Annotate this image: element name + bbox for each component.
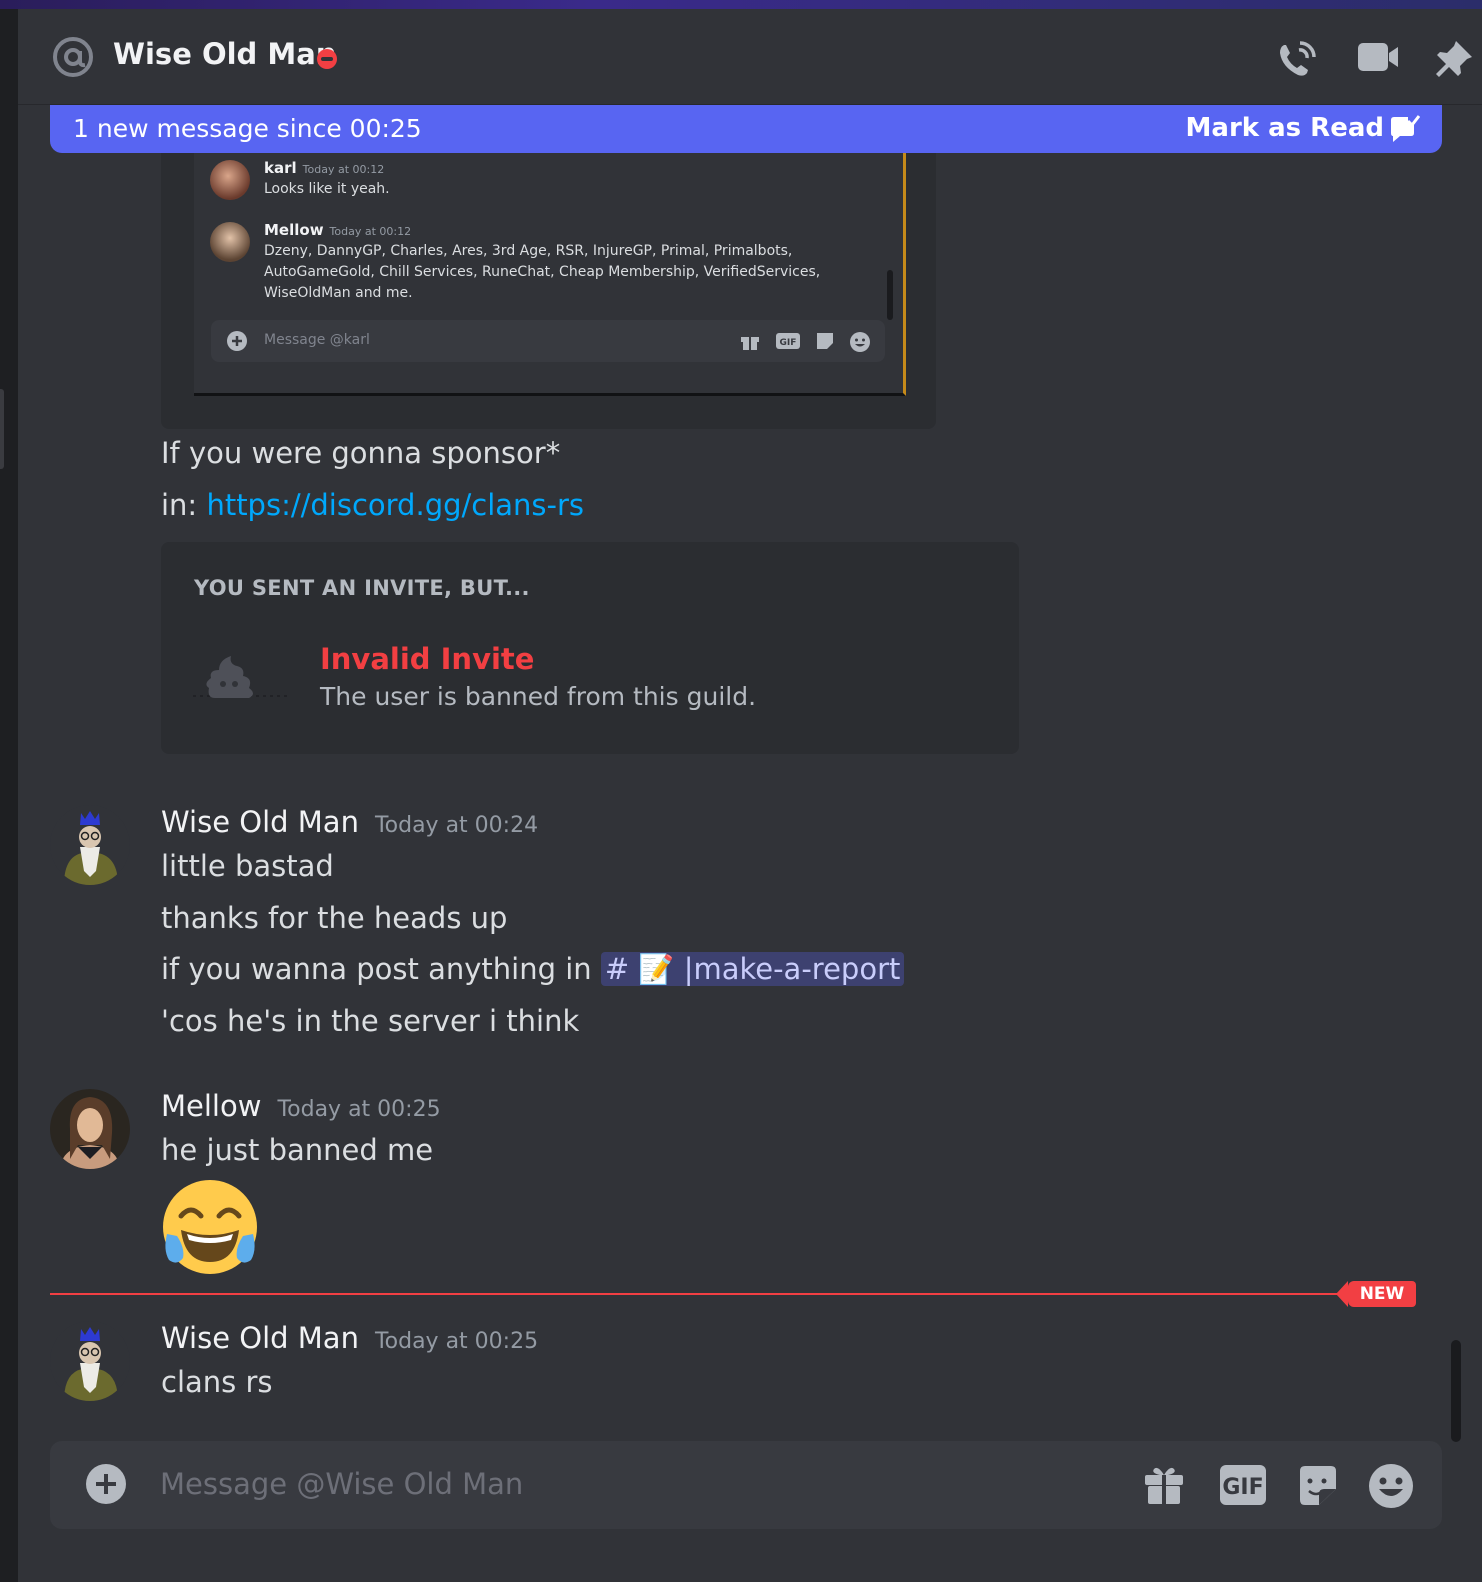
message-text: 'cos he's in the server i think: [161, 1004, 580, 1038]
new-messages-bar[interactable]: 1 new message since 00:25 Mark as Read: [50, 105, 1442, 153]
phone-call-icon[interactable]: [1276, 39, 1318, 79]
invite-link[interactable]: https://discord.gg/clans-rs: [206, 488, 584, 522]
message-text: clans rs: [161, 1365, 273, 1399]
sticker-icon: [817, 333, 833, 349]
server-rail-edge: [0, 9, 18, 1582]
message-text: little bastad: [161, 849, 334, 883]
gif-label: GIF: [1222, 1475, 1263, 1500]
new-messages-text: 1 new message since 00:25: [73, 114, 422, 143]
dm-recipient-name: Wise Old Man: [113, 37, 337, 71]
message-text: he just banned me: [161, 1133, 434, 1167]
gif-icon[interactable]: GIF: [1218, 1463, 1268, 1507]
shot-author: karl Today at 00:12: [264, 159, 385, 177]
author-name[interactable]: Wise Old Man: [161, 1321, 359, 1355]
wise-old-man-avatar-icon: [50, 805, 130, 885]
new-messages-divider: [50, 1293, 1416, 1295]
shot-message-text: WiseOldMan and me.: [264, 285, 413, 301]
chat-scrollbar[interactable]: [1451, 1340, 1461, 1442]
invite-error-subtitle: The user is banned from this guild.: [320, 682, 757, 711]
plus-circle-icon: [227, 331, 247, 351]
avatar[interactable]: [50, 1321, 130, 1401]
mark-read-icon[interactable]: [1388, 114, 1420, 144]
invite-embed: YOU SENT AN INVITE, BUT... Invalid Invit…: [161, 542, 1019, 754]
shot-message-input: Message @karl GIF: [211, 320, 885, 362]
message-text-part: if you wanna post anything in: [161, 952, 592, 986]
embedded-screenshot[interactable]: karl Today at 00:12 Looks like it yeah. M…: [194, 152, 906, 396]
gift-icon[interactable]: [1142, 1463, 1186, 1507]
avatar[interactable]: [50, 805, 130, 885]
author-name[interactable]: Wise Old Man: [161, 805, 359, 839]
shot-input-placeholder: Message @karl: [264, 332, 370, 348]
add-attachment-icon[interactable]: [85, 1463, 127, 1505]
message-text: if you wanna post anything in # 📝 |make-…: [161, 952, 905, 987]
avatar[interactable]: [50, 1089, 130, 1169]
message-author[interactable]: Wise Old Man Today at 00:25: [161, 1321, 538, 1355]
at-icon: [53, 37, 93, 77]
message-timestamp: Today at 00:25: [277, 1097, 441, 1122]
avatar: [210, 222, 250, 262]
shot-message-text: Looks like it yeah.: [264, 181, 390, 197]
message-author[interactable]: Wise Old Man Today at 00:24: [161, 805, 538, 839]
new-divider-label: NEW: [1336, 1281, 1416, 1307]
author-name[interactable]: Mellow: [161, 1089, 261, 1123]
shot-scrollbar: [887, 270, 893, 320]
message-author[interactable]: Mellow Today at 00:25: [161, 1089, 441, 1123]
wise-old-man-avatar-icon: [50, 1321, 130, 1401]
svg-text:GIF: GIF: [780, 338, 797, 348]
rail-indicator: [0, 389, 4, 469]
channel-header: Wise Old Man: [18, 9, 1482, 105]
invite-error-title: Invalid Invite: [320, 642, 535, 676]
shot-message-text: AutoGameGold, Chill Services, RuneChat, …: [264, 264, 821, 280]
invite-heading: YOU SENT AN INVITE, BUT...: [194, 576, 530, 600]
message-text: thanks for the heads up: [161, 901, 508, 935]
message-input[interactable]: [160, 1461, 1120, 1507]
shot-message-text: Dzeny, DannyGP, Charles, Ares, 3rd Age, …: [264, 243, 793, 259]
emoji-icon[interactable]: [1368, 1463, 1414, 1509]
video-call-icon[interactable]: [1356, 39, 1400, 75]
message-text: If you were gonna sponsor*: [161, 436, 561, 470]
message-text-prefix: in:: [161, 488, 207, 522]
avatar: [210, 160, 250, 200]
message-text: in: https://discord.gg/clans-rs: [161, 488, 584, 522]
gift-icon: [741, 337, 759, 350]
gif-icon: GIF: [776, 333, 800, 349]
emoji-icon: [850, 332, 870, 352]
channel-mention[interactable]: # 📝 |make-a-report: [600, 952, 905, 986]
pin-icon[interactable]: [1434, 39, 1474, 79]
mellow-avatar-icon: [50, 1089, 130, 1169]
message-timestamp: Today at 00:25: [374, 1329, 539, 1354]
do-not-disturb-status-icon: [317, 49, 337, 69]
poop-icon: [193, 656, 289, 698]
message-timestamp: Today at 00:24: [374, 813, 539, 838]
face-with-tears-of-joy-emoji[interactable]: [161, 1178, 259, 1276]
window-top-strip: [0, 0, 1482, 9]
sticker-icon[interactable]: [1296, 1463, 1340, 1507]
mark-as-read-button[interactable]: Mark as Read: [1186, 113, 1384, 143]
message-composer: GIF: [50, 1441, 1442, 1529]
dm-channel-view: Wise Old Man karl Today at 00:12 Looks li…: [18, 9, 1482, 1582]
shot-author: Mellow Today at 00:12: [264, 221, 412, 239]
